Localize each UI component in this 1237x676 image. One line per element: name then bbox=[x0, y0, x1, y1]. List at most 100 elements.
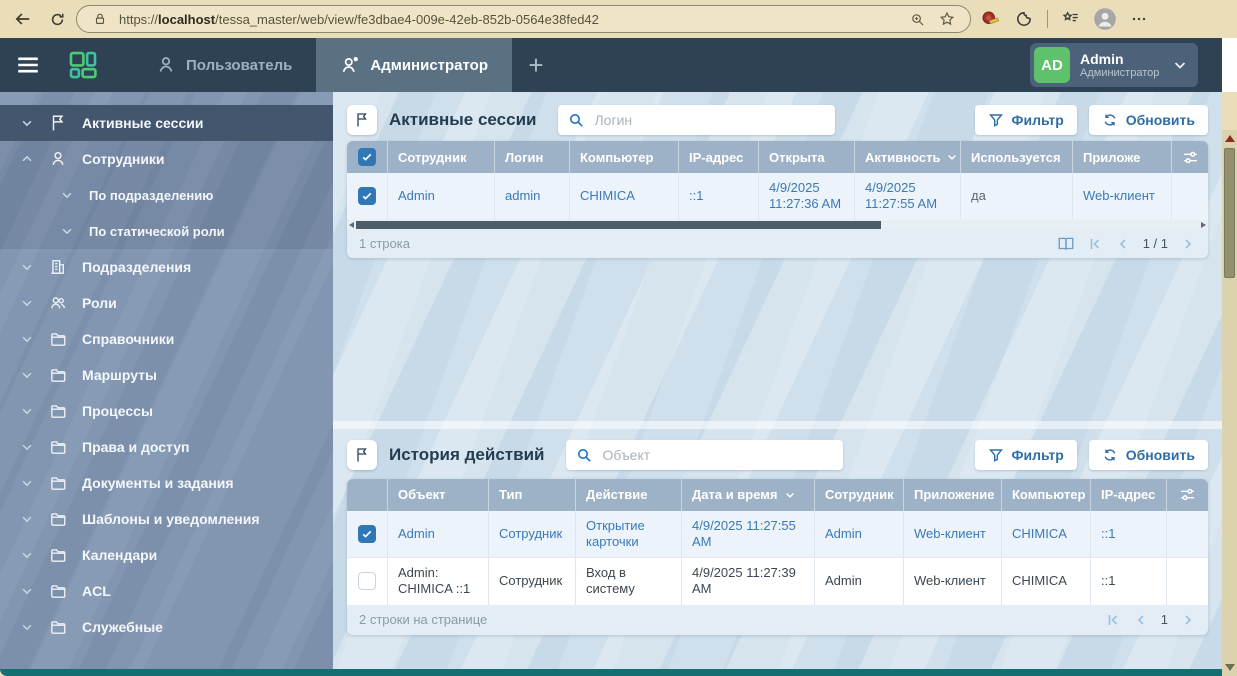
cell-action[interactable]: Открытие карточки bbox=[575, 511, 681, 558]
reload-icon[interactable] bbox=[42, 4, 72, 34]
sessions-search[interactable] bbox=[558, 105, 835, 135]
sidebar-item-directories[interactable]: Справочники bbox=[0, 321, 333, 357]
prev-page-icon[interactable] bbox=[1133, 612, 1149, 628]
cell-application[interactable]: Web-клиент bbox=[903, 511, 1001, 558]
sidebar-item-templates-notifications[interactable]: Шаблоны и уведомления bbox=[0, 501, 333, 537]
tab-admin[interactable]: Администратор bbox=[316, 38, 512, 92]
filter-button[interactable]: Фильтр bbox=[975, 105, 1077, 135]
column-header[interactable]: Приложе bbox=[1072, 141, 1171, 173]
cell-type[interactable]: Сотрудник bbox=[488, 558, 575, 605]
sidebar-item-processes[interactable]: Процессы bbox=[0, 393, 333, 429]
collections-icon[interactable] bbox=[1056, 4, 1086, 34]
scrollbar-thumb[interactable] bbox=[356, 221, 881, 229]
sidebar-item-service[interactable]: Служебные bbox=[0, 609, 333, 645]
book-icon[interactable] bbox=[1057, 235, 1075, 253]
cell-type[interactable]: Сотрудник bbox=[488, 511, 575, 558]
cell-employee[interactable]: Admin bbox=[814, 511, 903, 558]
back-icon[interactable] bbox=[8, 4, 38, 34]
cell-ip[interactable]: ::1 bbox=[678, 173, 758, 220]
scrollbar-thumb[interactable] bbox=[1224, 148, 1235, 278]
cell-employee[interactable]: Admin bbox=[387, 173, 494, 220]
sidebar-item-acl[interactable]: ACL bbox=[0, 573, 333, 609]
sidebar-item-rights-access[interactable]: Права и доступ bbox=[0, 429, 333, 465]
cell-action[interactable]: Вход в систему bbox=[575, 558, 681, 605]
column-settings-button[interactable] bbox=[1166, 479, 1208, 511]
table-row[interactable]: Admin: CHIMICA ::1 Сотрудник Вход в сист… bbox=[347, 557, 1208, 605]
first-page-icon[interactable] bbox=[1105, 612, 1121, 628]
cell-employee[interactable]: Admin bbox=[814, 558, 903, 605]
star-icon[interactable] bbox=[936, 8, 958, 30]
sidebar-item-calendars[interactable]: Календари bbox=[0, 537, 333, 573]
scroll-up-icon[interactable] bbox=[1225, 135, 1235, 142]
next-page-icon[interactable] bbox=[1180, 612, 1196, 628]
sidebar-item-employees[interactable]: Сотрудники bbox=[0, 141, 333, 177]
history-search[interactable] bbox=[566, 440, 843, 470]
column-header[interactable]: Логин bbox=[494, 141, 569, 173]
cell-ip[interactable]: ::1 bbox=[1090, 558, 1166, 605]
search-input[interactable] bbox=[600, 446, 833, 464]
search-input[interactable] bbox=[592, 111, 825, 129]
sidebar-item-documents-tasks[interactable]: Документы и задания bbox=[0, 465, 333, 501]
column-header[interactable]: Используется bbox=[960, 141, 1072, 173]
sidebar-item-by-department[interactable]: По подразделению bbox=[0, 177, 333, 213]
select-all-checkbox[interactable] bbox=[347, 141, 387, 173]
column-header-sorted[interactable]: Дата и время bbox=[681, 479, 814, 511]
new-tab-button[interactable]: + bbox=[512, 38, 560, 92]
cell-datetime[interactable]: 4/9/2025 11:27:39 AM bbox=[681, 558, 814, 605]
row-checkbox[interactable] bbox=[347, 511, 387, 558]
view-flag-button[interactable] bbox=[347, 105, 377, 135]
user-menu[interactable]: AD Admin Администратор bbox=[1030, 43, 1198, 87]
hamburger-icon[interactable] bbox=[0, 38, 56, 92]
cell-computer[interactable]: CHIMICA bbox=[569, 173, 678, 220]
sidebar-item-routes[interactable]: Маршруты bbox=[0, 357, 333, 393]
cell-opened[interactable]: 4/9/2025 11:27:36 AM bbox=[758, 173, 854, 220]
view-flag-button[interactable] bbox=[347, 440, 377, 470]
panel-splitter[interactable] bbox=[333, 421, 1222, 429]
column-header[interactable]: Компьютер bbox=[569, 141, 678, 173]
sidebar-item-roles[interactable]: Роли bbox=[0, 285, 333, 321]
scroll-left-icon[interactable] bbox=[349, 222, 354, 228]
column-header[interactable]: Компьютер bbox=[1001, 479, 1090, 511]
column-settings-button[interactable] bbox=[1171, 141, 1208, 173]
sidebar-item-by-static-role[interactable]: По статической роли bbox=[0, 213, 333, 249]
refresh-button[interactable]: Обновить bbox=[1089, 105, 1208, 135]
column-header[interactable]: Открыта bbox=[758, 141, 854, 173]
cell-computer[interactable]: CHIMICA bbox=[1001, 558, 1090, 605]
column-header-sorted[interactable]: Активность bbox=[854, 141, 960, 173]
column-header[interactable]: IP-адрес bbox=[678, 141, 758, 173]
tab-user[interactable]: Пользователь bbox=[132, 38, 316, 92]
column-header[interactable]: Тип bbox=[488, 479, 575, 511]
cell-application[interactable]: Web-клиент bbox=[1072, 173, 1171, 220]
address-bar[interactable]: https://localhost/tessa_master/web/view/… bbox=[76, 5, 971, 33]
first-page-icon[interactable] bbox=[1087, 236, 1103, 252]
column-header[interactable]: Сотрудник bbox=[814, 479, 903, 511]
cell-object[interactable]: Admin: CHIMICA ::1 bbox=[387, 558, 488, 605]
cell-computer[interactable]: CHIMICA bbox=[1001, 511, 1090, 558]
column-header[interactable]: IP-адрес bbox=[1090, 479, 1166, 511]
column-header[interactable]: Действие bbox=[575, 479, 681, 511]
table-row[interactable]: Admin Сотрудник Открытие карточки 4/9/20… bbox=[347, 511, 1208, 558]
profile-icon[interactable] bbox=[1090, 4, 1120, 34]
column-header[interactable]: Сотрудник bbox=[387, 141, 494, 173]
prev-page-icon[interactable] bbox=[1115, 236, 1131, 252]
url-text[interactable]: https://localhost/tessa_master/web/view/… bbox=[119, 12, 898, 27]
column-header[interactable]: Объект bbox=[387, 479, 488, 511]
refresh-button[interactable]: Обновить bbox=[1089, 440, 1208, 470]
scroll-down-icon[interactable] bbox=[1225, 664, 1235, 671]
column-header[interactable]: Приложение bbox=[903, 479, 1001, 511]
dashboard-icon[interactable] bbox=[56, 38, 110, 92]
next-page-icon[interactable] bbox=[1180, 236, 1196, 252]
scroll-right-icon[interactable] bbox=[1201, 222, 1206, 228]
row-checkbox[interactable] bbox=[347, 558, 387, 605]
page-scrollbar[interactable] bbox=[1222, 130, 1237, 676]
more-icon[interactable] bbox=[1124, 4, 1154, 34]
cell-datetime[interactable]: 4/9/2025 11:27:55 AM bbox=[681, 511, 814, 558]
seal-extension-icon[interactable] bbox=[975, 4, 1005, 34]
sidebar-item-active-sessions[interactable]: Активные сессии bbox=[0, 105, 333, 141]
row-checkbox[interactable] bbox=[347, 173, 387, 220]
cell-login[interactable]: admin bbox=[494, 173, 569, 220]
cookie-extension-icon[interactable] bbox=[1009, 4, 1039, 34]
filter-button[interactable]: Фильтр bbox=[975, 440, 1077, 470]
horizontal-scrollbar[interactable] bbox=[347, 220, 1208, 230]
sidebar-item-departments[interactable]: Подразделения bbox=[0, 249, 333, 285]
